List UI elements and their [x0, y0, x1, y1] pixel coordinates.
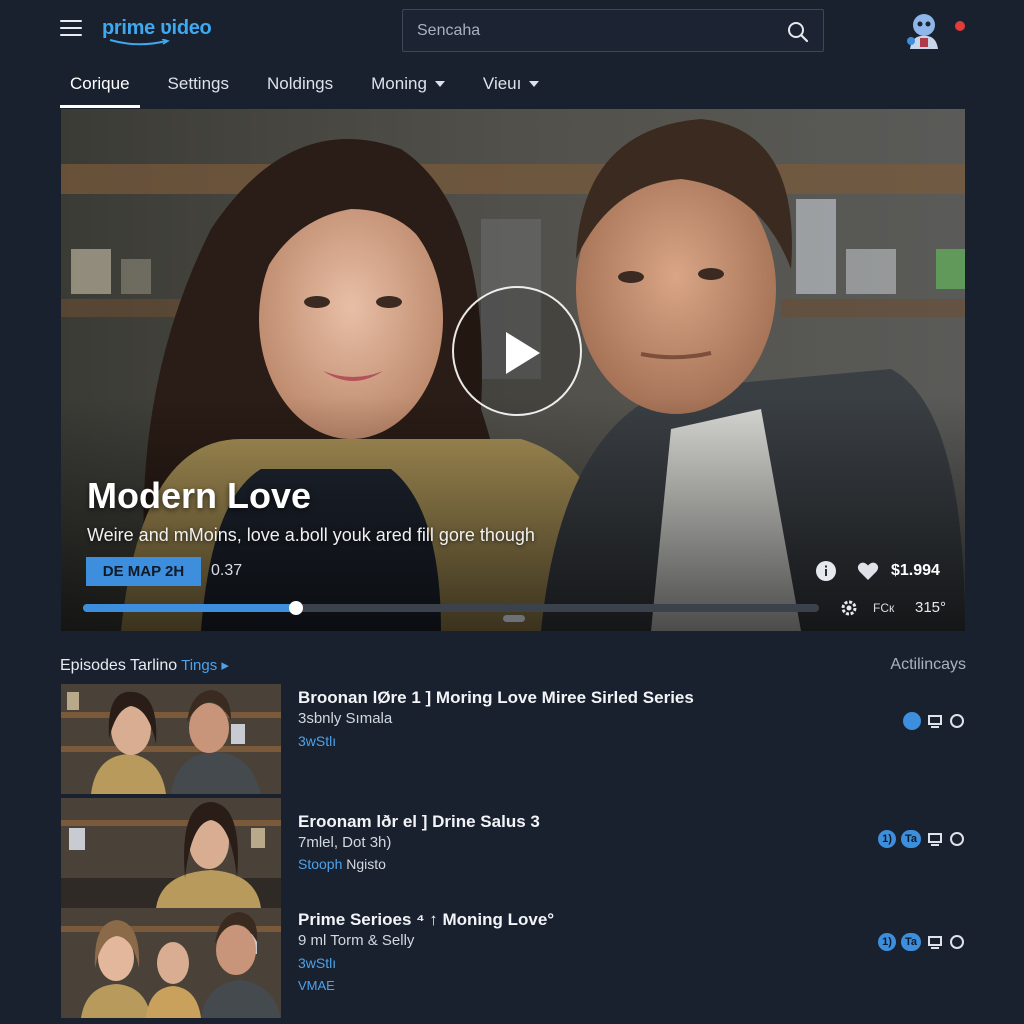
hero-title: Modern Love — [87, 475, 312, 516]
more-icon[interactable] — [949, 831, 965, 847]
tv-icon[interactable] — [927, 831, 943, 847]
tab-corique[interactable]: Corique — [60, 60, 140, 108]
episode-meta: 9 ml Torm & Selly — [298, 932, 415, 949]
episodes-link[interactable]: Tings ▸ — [181, 657, 229, 674]
list-item[interactable]: Prime Serioes ⁴ ↑ Moning Love° 9 ml Torm… — [61, 908, 965, 1018]
tab-noldings[interactable]: Noldings — [257, 60, 343, 108]
more-icon[interactable] — [949, 934, 965, 950]
hero-badge-button[interactable]: DE MAP 2H — [86, 557, 201, 586]
tab-vieu[interactable]: Vieuı — [473, 60, 549, 108]
episode-tag-extra: Ngisto — [346, 856, 386, 872]
info-icon[interactable] — [816, 561, 836, 581]
episode-actions: 1) Ta — [873, 830, 965, 848]
tab-label: Moning — [371, 74, 427, 93]
quality-label[interactable]: FCк — [873, 601, 894, 615]
prime-video-logo[interactable]: prime ʋideo — [102, 17, 212, 49]
episode-tag: 3wStlı — [298, 955, 337, 971]
tab-moning[interactable]: Moning — [361, 60, 455, 108]
list-item[interactable]: Eroonam lðr el ] Drine Salus 3 7mlel, Do… — [61, 798, 965, 908]
episode-tag-label: Stooph — [298, 856, 343, 872]
tab-label: Settings — [167, 74, 229, 93]
tv-icon[interactable] — [927, 713, 943, 729]
episode-actions — [898, 712, 965, 730]
episode-actions: 1) Ta — [873, 933, 965, 951]
episodes-side-link[interactable]: Actilincays — [890, 656, 966, 674]
avatar[interactable] — [904, 11, 948, 51]
tv-icon[interactable] — [927, 934, 943, 950]
hero-price: $1.994 — [891, 562, 940, 579]
chevron-down-icon — [434, 81, 445, 87]
menu-icon[interactable] — [60, 20, 82, 38]
progress-bar[interactable] — [83, 601, 819, 615]
episode-title: Eroonam lðr el ] Drine Salus 3 — [298, 812, 540, 831]
logo-smile-icon — [109, 39, 170, 46]
logo-text: prime ʋideo — [102, 17, 212, 39]
episodes-header: Episodes Tarlino Tings ▸ — [60, 656, 229, 675]
episode-thumbnail — [61, 684, 281, 794]
more-icon[interactable] — [949, 713, 965, 729]
hero-banner: Modern Love Weire and mMoins, love a.bol… — [61, 109, 965, 631]
volume-label[interactable]: 315° — [915, 599, 946, 616]
episode-thumbnail — [61, 798, 281, 908]
episode-title: Broonan lØre 1 ] Moring Love Miree Sirle… — [298, 688, 694, 707]
badge-button[interactable]: 1) — [877, 830, 896, 848]
episode-title: Prime Serioes ⁴ ↑ Moning Love° — [298, 910, 555, 929]
progress-fill — [83, 604, 297, 612]
episode-rating: VMAE — [298, 978, 335, 993]
episode-thumbnail — [61, 908, 281, 1018]
episodes-link-label: Tings — [181, 657, 218, 674]
hero-description: Weire and mMoins, love a.boll youk ared … — [87, 525, 535, 545]
tab-settings[interactable]: Settings — [158, 60, 239, 108]
chevron-down-icon — [529, 81, 540, 87]
heart-icon[interactable] — [857, 561, 879, 581]
top-bar: prime ʋideo — [0, 0, 1024, 60]
play-icon — [506, 332, 540, 374]
carousel-indicator[interactable] — [503, 615, 525, 622]
download-button[interactable] — [903, 712, 921, 730]
play-button[interactable] — [452, 286, 582, 416]
gear-icon[interactable] — [840, 599, 858, 617]
search-box — [402, 9, 824, 52]
badge-button[interactable]: Ta — [900, 933, 921, 951]
search-icon[interactable] — [787, 21, 809, 43]
episode-meta: 3sbnly Sımala — [298, 710, 393, 727]
tab-label: Noldings — [266, 74, 334, 93]
search-input[interactable] — [417, 20, 777, 42]
notification-dot — [955, 21, 965, 31]
list-item[interactable]: Broonan lØre 1 ] Moring Love Miree Sirle… — [61, 684, 965, 794]
episodes-title: Episodes Tarlino — [60, 657, 178, 674]
episode-tag: 3wStlı — [298, 733, 337, 749]
episode-tag: Stooph Ngisto — [298, 856, 386, 872]
tab-label: Corique — [70, 74, 130, 93]
nav-tabs: Corique Settings Noldings Moning Vieuı — [60, 60, 567, 108]
badge-button[interactable]: 1) — [877, 933, 896, 951]
episode-meta: 7mlel, Dot 3h) — [298, 834, 392, 851]
tab-label: Vieuı — [482, 74, 522, 93]
badge-button[interactable]: Ta — [900, 830, 921, 848]
hero-time: 0.37 — [211, 562, 243, 579]
